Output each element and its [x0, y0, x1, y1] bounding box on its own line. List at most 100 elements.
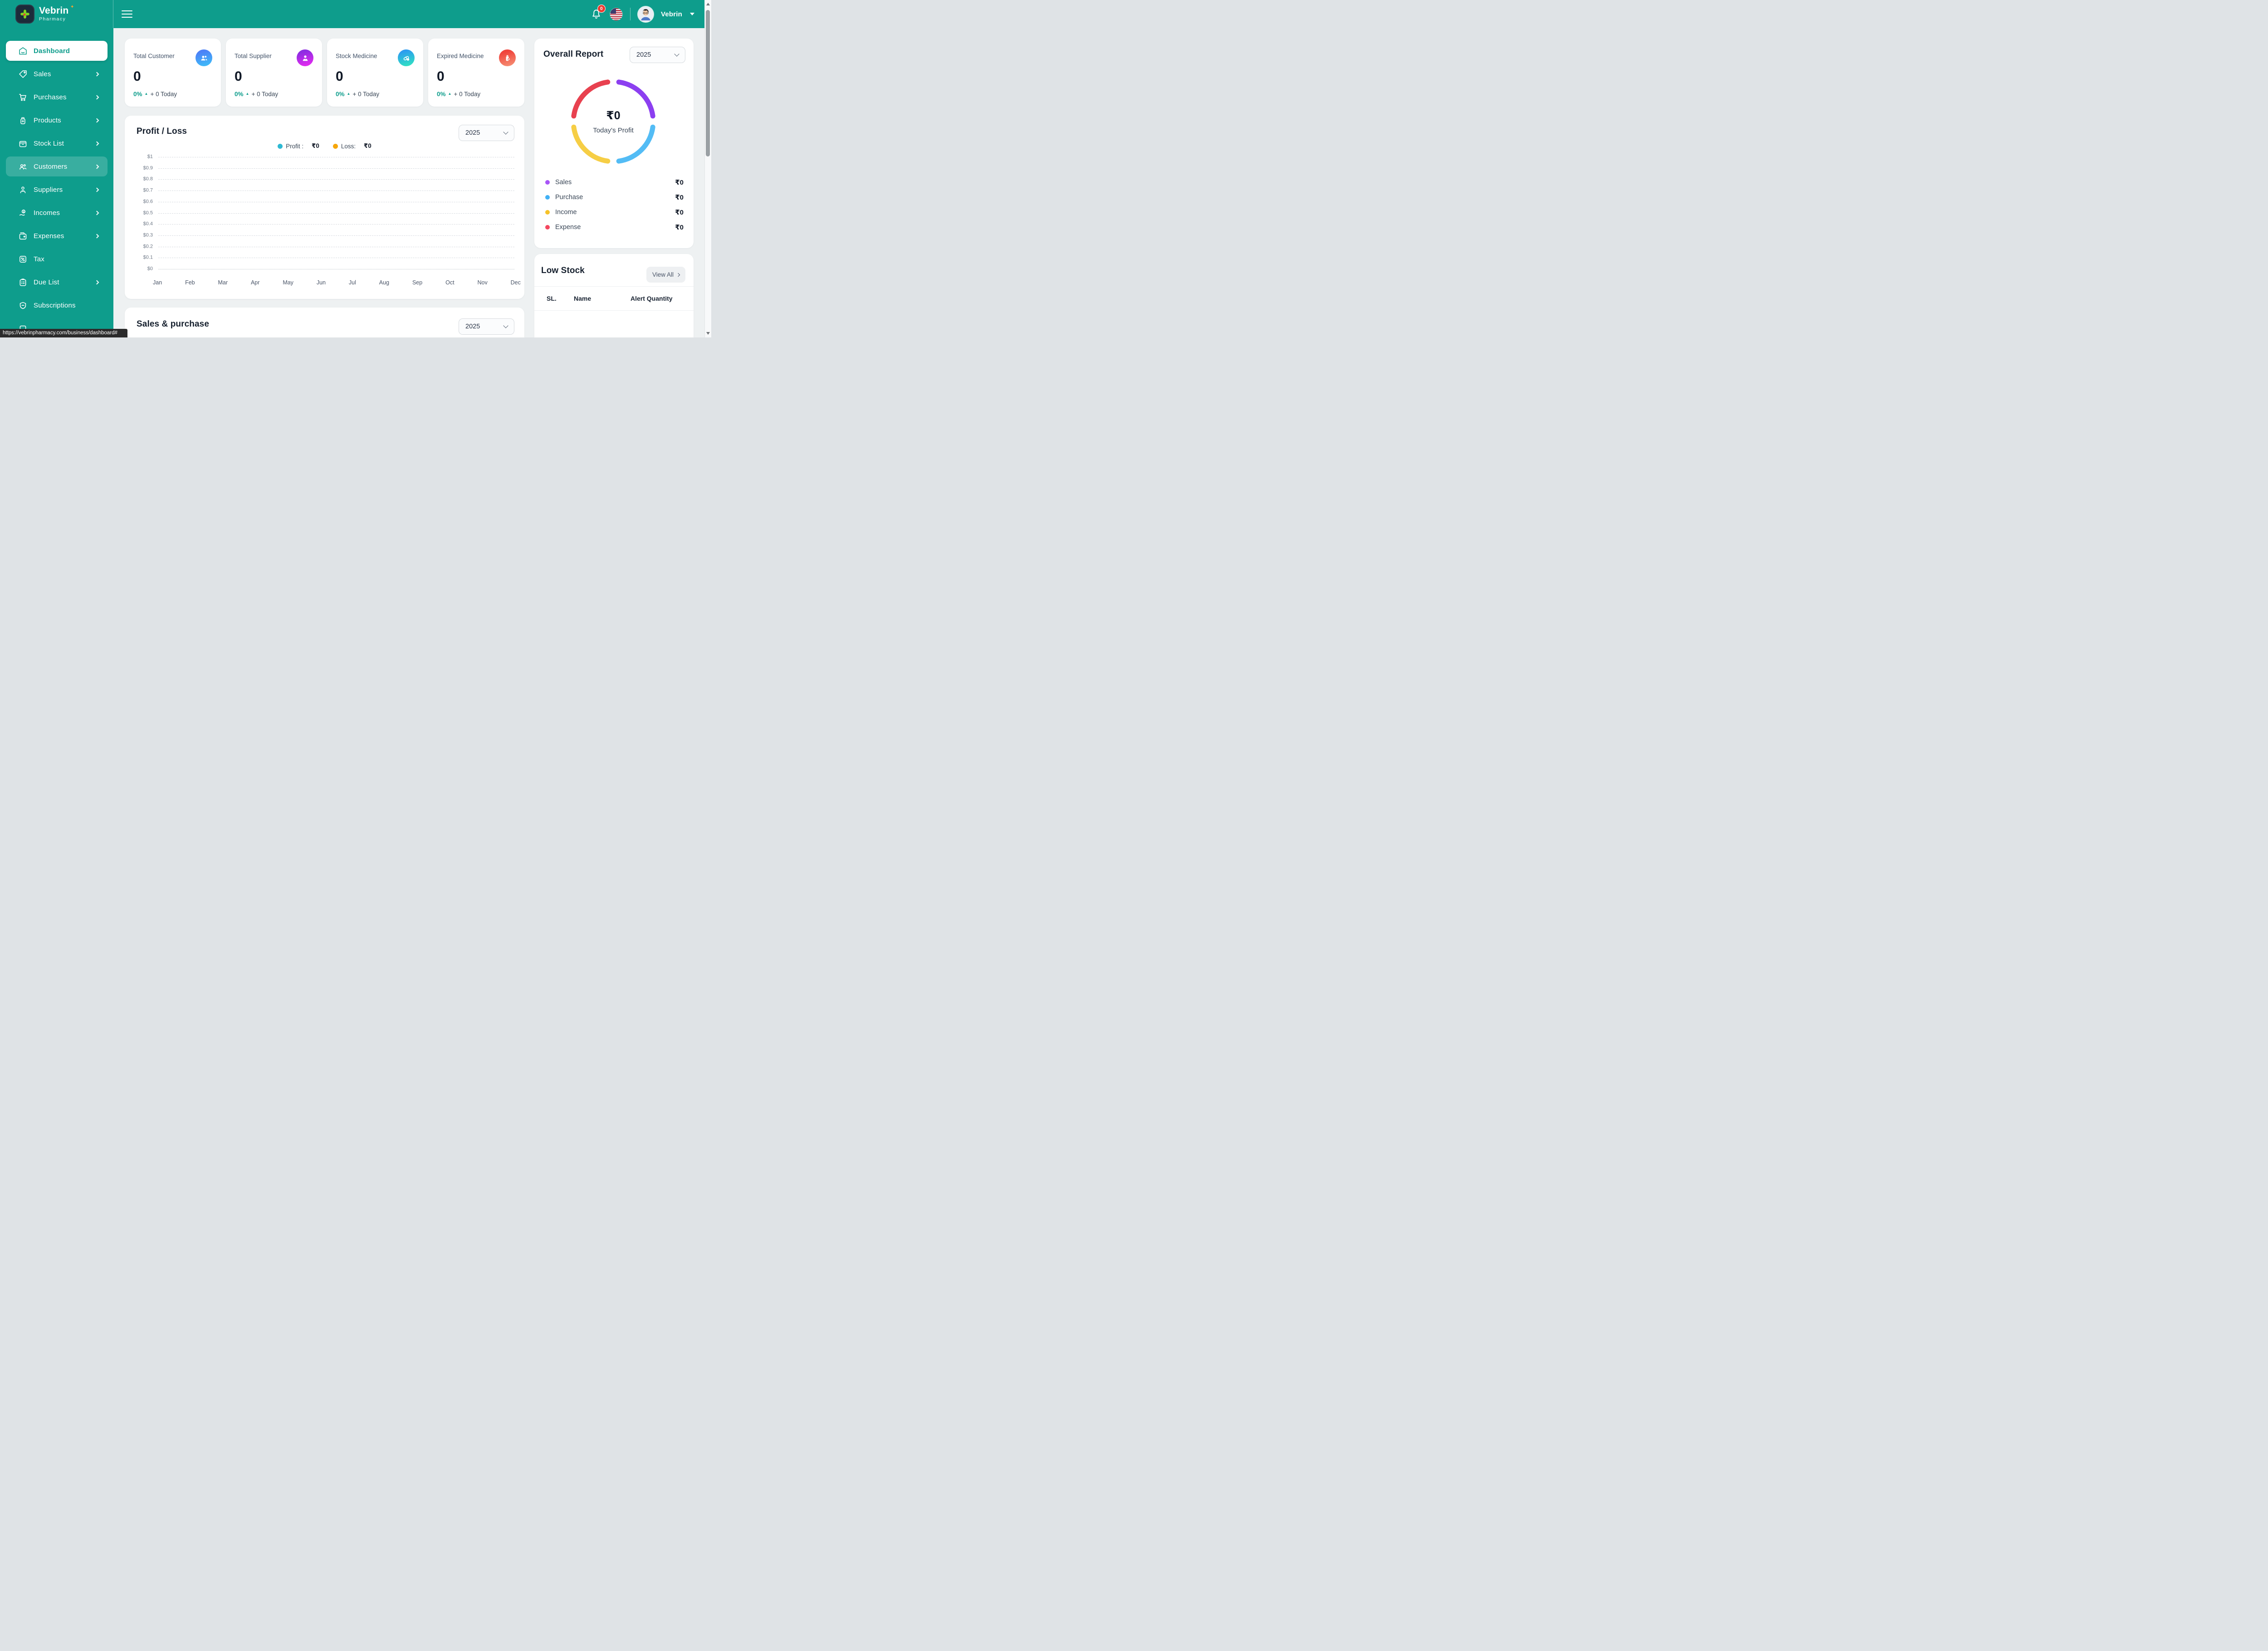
home-icon [18, 46, 28, 56]
stat-value: 0 [336, 69, 415, 84]
avatar[interactable] [638, 7, 653, 22]
y-tick: $0.4 [137, 221, 153, 227]
sidebar-item-label: Tax [34, 255, 44, 263]
sidebar-item-label: Products [34, 117, 61, 124]
sidebar-menu: Dashboard Sales Purchases Products Stock… [0, 41, 113, 337]
sidebar-item-customers[interactable]: Customers [6, 156, 108, 176]
stat-today: + 0 Today [454, 91, 480, 98]
users-icon [18, 162, 28, 171]
brand-text: Vebrin ✦ Pharmacy [39, 6, 68, 22]
column-sl: SL. [547, 295, 574, 302]
legend-label: Sales [555, 179, 572, 186]
sidebar-item-label: Expenses [34, 232, 64, 240]
legend-label: Income [555, 209, 577, 216]
chevron-right-icon [95, 280, 99, 284]
profit-loss-card: Profit / Loss 2025 Profit : ₹0 Loss: ₹0 … [125, 116, 524, 299]
tag-icon [18, 69, 28, 79]
view-all-button[interactable]: View All [646, 267, 685, 283]
loss-dot-icon [333, 144, 338, 149]
sidebar-item-purchases[interactable]: Purchases [6, 87, 108, 107]
sales-purchase-year-select[interactable]: 2025 [459, 318, 514, 335]
trend-up-icon: ▲ [246, 92, 249, 96]
income-icon: $ [18, 208, 28, 218]
box-icon [18, 139, 28, 148]
overall-report-card: Overall Report 2025 ₹0 Today's Profit Sa… [534, 39, 694, 248]
month-label: Jun [317, 279, 326, 286]
hamburger-menu-icon[interactable] [122, 8, 132, 20]
legend-label: Profit : [286, 143, 303, 150]
topbar: 0 Vebrin [113, 0, 704, 28]
sparkle-icon: ✦ [70, 5, 74, 10]
y-tick: $0.8 [137, 176, 153, 182]
stat-today: + 0 Today [352, 91, 379, 98]
chevron-right-icon [95, 118, 99, 122]
expense-dot-icon [545, 225, 550, 230]
profit-dot-icon [278, 144, 283, 149]
scrollbar-thumb[interactable] [706, 10, 710, 156]
notifications-button[interactable]: 0 [591, 8, 602, 20]
sidebar-item-expenses[interactable]: Expenses [6, 226, 108, 246]
brand-header: Vebrin ✦ Pharmacy [0, 0, 113, 28]
sidebar-item-sales[interactable]: Sales [6, 64, 108, 84]
y-tick: $0.9 [137, 165, 153, 171]
sidebar-item-subscriptions[interactable]: Subscriptions [6, 295, 108, 315]
year-value: 2025 [636, 51, 651, 59]
sidebar-item-incomes[interactable]: $ Incomes [6, 203, 108, 223]
vertical-scrollbar[interactable] [704, 0, 711, 337]
sidebar-item-label: Incomes [34, 209, 60, 217]
legend-value: ₹0 [675, 193, 684, 201]
chevron-down-icon [503, 323, 508, 328]
percent-icon [18, 254, 28, 264]
month-label: Mar [218, 279, 228, 286]
sidebar-item-suppliers[interactable]: Suppliers [6, 180, 108, 200]
sidebar-item-label: Sales [34, 70, 51, 78]
overall-report-year-select[interactable]: 2025 [630, 47, 685, 63]
sidebar-item-stock-list[interactable]: Stock List [6, 133, 108, 153]
legend-row-income: Income ₹0 [545, 208, 684, 216]
stat-card-total-customer: Total Customer 0 0% ▲ + 0 Today [125, 39, 221, 107]
sidebar-item-tax[interactable]: Tax [6, 249, 108, 269]
scroll-down-arrow-icon[interactable] [706, 332, 710, 335]
sidebar-item-label: Customers [34, 163, 67, 171]
profit-loss-title: Profit / Loss [137, 127, 513, 137]
trend-up-icon: ▲ [448, 92, 452, 96]
sidebar-item-due-list[interactable]: Due List [6, 272, 108, 292]
notification-badge: 0 [597, 5, 606, 13]
purchase-dot-icon [545, 195, 550, 200]
clipboard-icon [18, 278, 28, 287]
stat-today: + 0 Today [150, 91, 177, 98]
supplier-person-icon [297, 49, 313, 66]
chevron-down-icon[interactable] [690, 13, 694, 15]
scroll-up-arrow-icon[interactable] [706, 3, 710, 5]
dashboard-page: Vebrin ✦ Pharmacy Dashboard Sales Purcha… [0, 0, 711, 337]
todays-profit-label: Today's Profit [593, 127, 634, 134]
stat-title: Expired Medicine [437, 53, 484, 59]
stat-percent: 0% [133, 91, 142, 98]
stat-percent: 0% [336, 91, 345, 98]
month-label: Nov [477, 279, 487, 286]
y-tick: $0.5 [137, 210, 153, 215]
sales-purchase-card: Sales & purchase 2025 [125, 308, 524, 337]
y-tick: $0.3 [137, 232, 153, 238]
legend-value: ₹0 [312, 142, 319, 150]
sidebar-item-products[interactable]: Products [6, 110, 108, 130]
language-flag-icon[interactable] [610, 8, 622, 20]
legend-value: ₹0 [675, 208, 684, 216]
overall-report-legend: Sales ₹0 Purchase ₹0 Income ₹0 Expense ₹… [545, 178, 684, 238]
stat-percent: 0% [235, 91, 244, 98]
year-value: 2025 [465, 129, 480, 137]
sidebar-item-dashboard[interactable]: Dashboard [6, 41, 108, 61]
y-tick: $1 [137, 154, 153, 160]
stat-title: Total Customer [133, 53, 175, 59]
sales-dot-icon [545, 180, 550, 185]
cart-icon [18, 93, 28, 102]
chevron-right-icon [95, 234, 99, 238]
brand-name: Vebrin [39, 6, 68, 15]
pills-icon [398, 49, 415, 66]
legend-value: ₹0 [364, 142, 371, 150]
chevron-right-icon [676, 273, 680, 276]
donut-center: ₹0 Today's Profit [568, 76, 659, 167]
chevron-right-icon [95, 210, 99, 215]
profit-loss-year-select[interactable]: 2025 [459, 125, 514, 141]
chevron-right-icon [95, 141, 99, 146]
